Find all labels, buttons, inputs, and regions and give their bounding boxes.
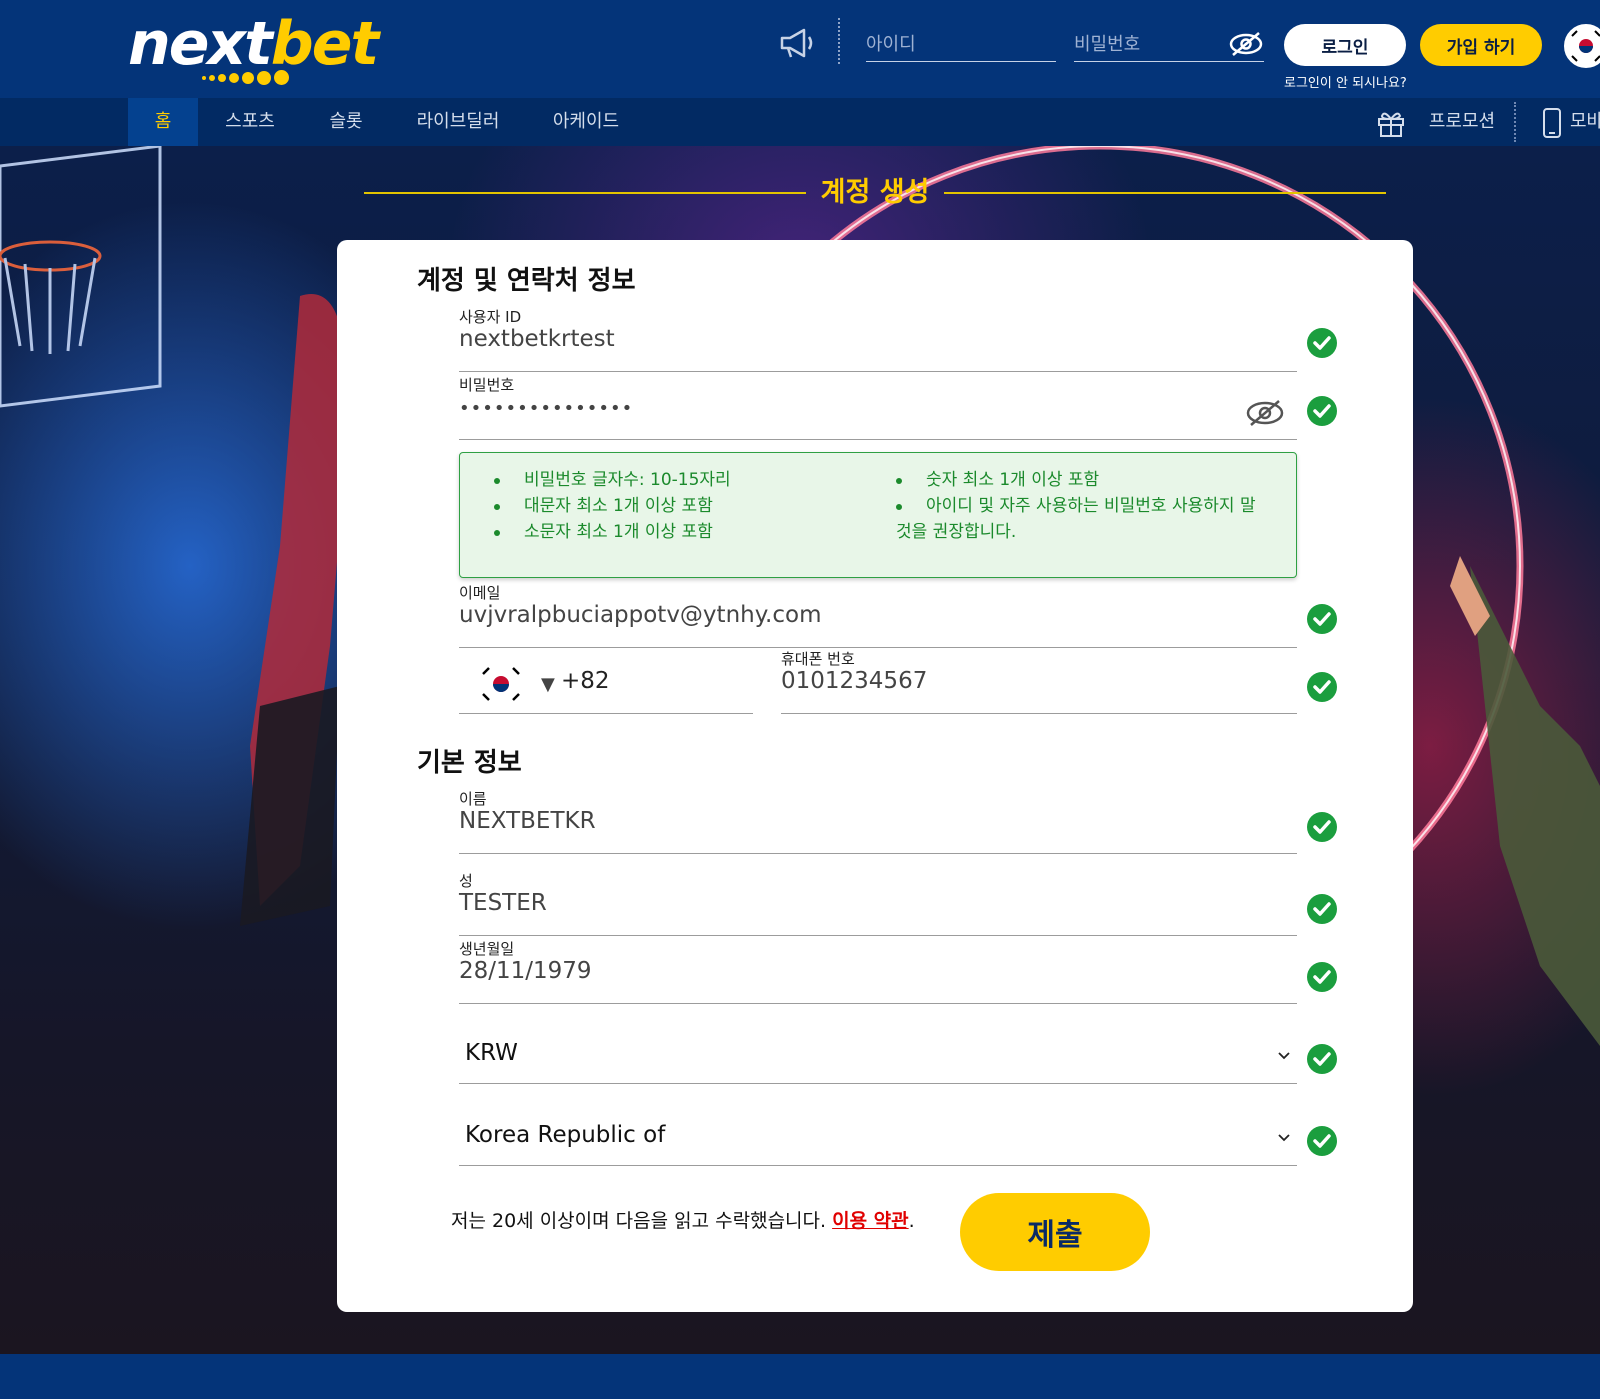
check-icon <box>1307 962 1337 992</box>
password-label: 비밀번호 <box>459 376 515 394</box>
password-rule: 비밀번호 글자수: 10-15자리 <box>494 467 874 493</box>
submit-button[interactable]: 제출 <box>960 1193 1150 1271</box>
nav-home[interactable]: 홈 <box>128 98 198 146</box>
page-title-wrap: 계정 생성 <box>364 170 1386 216</box>
gift-icon[interactable] <box>1376 108 1406 138</box>
password-rules-col1: 비밀번호 글자수: 10-15자리 대문자 최소 1개 이상 포함 소문자 최소… <box>494 467 874 545</box>
user-id-label: 사용자 ID <box>459 308 522 326</box>
phone-number-field[interactable]: 휴대폰 번호 0101234567 <box>781 648 1297 714</box>
password-value[interactable]: ••••••••••••••• <box>459 398 633 419</box>
forgot-login-link[interactable]: 로그인이 안 되시나요? <box>1284 72 1407 91</box>
title-line-right <box>944 192 1386 194</box>
registration-form: 계정 및 연락처 정보 사용자 ID nextbetkrtest 비밀번호 ••… <box>337 240 1413 1312</box>
dropdown-arrow-icon: ▼ <box>541 674 555 695</box>
check-icon <box>1307 672 1337 702</box>
country-value: Korea Republic of <box>465 1122 666 1148</box>
country-code-value: +82 <box>561 668 610 694</box>
check-icon <box>1307 894 1337 924</box>
nav-divider <box>1514 102 1516 142</box>
eye-slash-icon[interactable] <box>1245 398 1285 428</box>
title-line-left <box>364 192 806 194</box>
terms-period: . <box>908 1210 915 1232</box>
user-id-field[interactable]: 사용자 ID nextbetkrtest <box>459 306 1297 372</box>
currency-value: KRW <box>465 1040 518 1066</box>
check-icon <box>1307 812 1337 842</box>
nav-slots[interactable]: 슬롯 <box>316 98 376 146</box>
korea-flag-icon <box>482 667 520 701</box>
phone-number-label: 휴대폰 번호 <box>781 650 855 668</box>
chevron-down-icon <box>1278 1134 1290 1142</box>
dob-field[interactable]: 생년월일 28/11/1979 <box>459 938 1297 1004</box>
country-select[interactable]: Korea Republic of <box>459 1110 1297 1166</box>
logo-bet: bet <box>270 9 379 79</box>
password-rule: 아이디 및 자주 사용하는 비밀번호 사용하지 말 <box>896 493 1286 519</box>
footer-strip <box>0 1354 1600 1399</box>
logo-dots <box>202 70 289 85</box>
phone-number-value[interactable]: 0101234567 <box>781 668 927 694</box>
basic-section-title: 기본 정보 <box>417 748 522 778</box>
last-name-label: 성 <box>459 872 473 890</box>
eye-slash-icon[interactable] <box>1228 30 1264 58</box>
email-value[interactable]: uvjvralpbuciappotv@ytnhy.com <box>459 602 822 628</box>
terms-statement: 저는 20세 이상이며 다음을 읽고 수락했습니다. 이용 약관. <box>451 1206 915 1233</box>
username-input[interactable] <box>866 28 1056 62</box>
check-icon <box>1307 1126 1337 1156</box>
country-code-select[interactable]: ▼ +82 <box>459 648 753 714</box>
check-icon <box>1307 1044 1337 1074</box>
dob-label: 생년월일 <box>459 940 515 958</box>
nextbet-logo[interactable]: nextbet <box>128 4 379 85</box>
language-flag-icon[interactable] <box>1564 24 1600 68</box>
account-section-title: 계정 및 연락처 정보 <box>417 266 636 296</box>
password-rule: 대문자 최소 1개 이상 포함 <box>494 493 874 519</box>
check-icon <box>1307 328 1337 358</box>
nav-live-dealer[interactable]: 라이브딜러 <box>410 98 506 146</box>
page-title: 계정 생성 <box>820 177 930 208</box>
password-field[interactable]: 비밀번호 ••••••••••••••• <box>459 374 1297 440</box>
password-rule: 숫자 최소 1개 이상 포함 <box>896 467 1286 493</box>
header-divider <box>838 18 840 64</box>
nav-arcade[interactable]: 아케이드 <box>546 98 626 146</box>
join-button[interactable]: 가입 하기 <box>1420 24 1542 66</box>
password-rule-continued: 것을 권장합니다. <box>896 522 1017 542</box>
main-nav: 홈 스포츠 슬롯 라이브딜러 아케이드 프로모션 모바 <box>0 98 1600 146</box>
email-field[interactable]: 이메일 uvjvralpbuciappotv@ytnhy.com <box>459 582 1297 648</box>
password-rules-col2: 숫자 최소 1개 이상 포함 아이디 및 자주 사용하는 비밀번호 사용하지 말… <box>896 467 1286 545</box>
first-name-value[interactable]: NEXTBETKR <box>459 808 596 834</box>
nav-sports[interactable]: 스포츠 <box>218 98 282 146</box>
chevron-down-icon <box>1278 1052 1290 1060</box>
mobile-icon[interactable] <box>1542 108 1562 138</box>
last-name-field[interactable]: 성 TESTER <box>459 870 1297 936</box>
terms-link[interactable]: 이용 약관 <box>832 1210 909 1232</box>
megaphone-icon[interactable] <box>778 26 818 60</box>
currency-select[interactable]: KRW <box>459 1028 1297 1084</box>
nav-promotion[interactable]: 프로모션 <box>1414 98 1510 146</box>
email-label: 이메일 <box>459 584 501 602</box>
first-name-label: 이름 <box>459 790 487 808</box>
last-name-value[interactable]: TESTER <box>459 890 547 916</box>
password-rules-box: 비밀번호 글자수: 10-15자리 대문자 최소 1개 이상 포함 소문자 최소… <box>459 452 1297 578</box>
nav-mobile[interactable]: 모바 <box>1570 98 1600 146</box>
user-id-value[interactable]: nextbetkrtest <box>459 326 615 352</box>
login-button[interactable]: 로그인 <box>1284 24 1406 66</box>
password-rule: 소문자 최소 1개 이상 포함 <box>494 519 874 545</box>
dob-value[interactable]: 28/11/1979 <box>459 958 592 984</box>
logo-next: next <box>128 9 273 79</box>
first-name-field[interactable]: 이름 NEXTBETKR <box>459 788 1297 854</box>
top-header: nextbet 로그인 가입 하기 로그인이 안 되시나요? <box>0 0 1600 98</box>
check-icon <box>1307 604 1337 634</box>
check-icon <box>1307 396 1337 426</box>
terms-text: 저는 20세 이상이며 다음을 읽고 수락했습니다. <box>451 1210 833 1232</box>
